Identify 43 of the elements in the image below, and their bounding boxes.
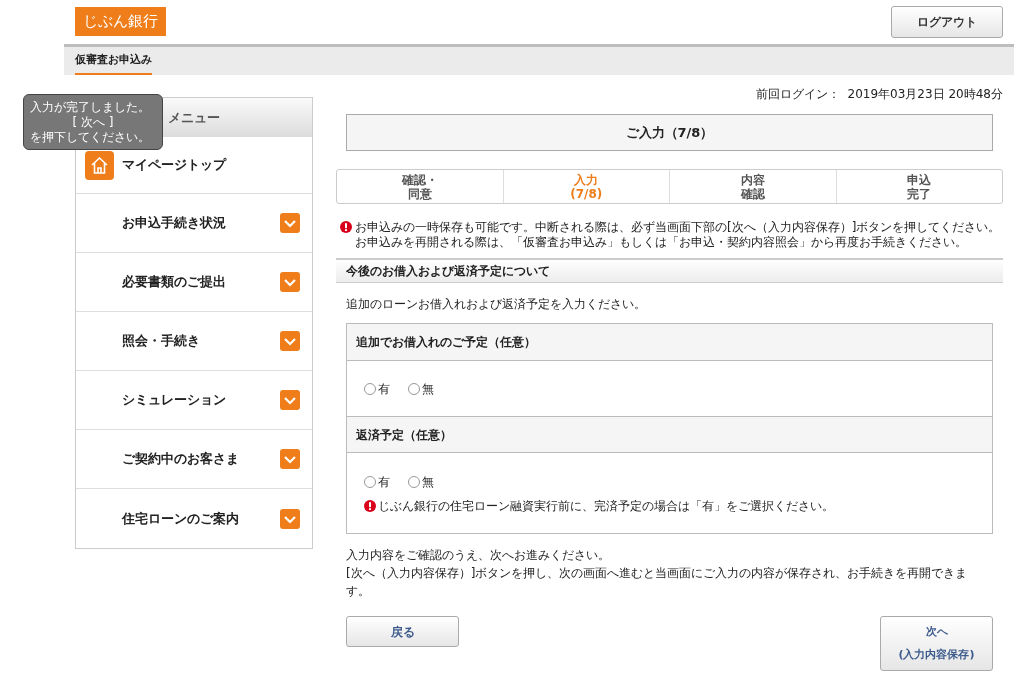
menu-item[interactable]: シミュレーション <box>76 371 312 430</box>
step-label: 申込 <box>907 172 932 187</box>
radio-button[interactable] <box>364 382 376 395</box>
radio-option[interactable]: 無 <box>408 473 434 491</box>
last-login-value: 2019年03月23日 20時48分 <box>847 86 1003 103</box>
radio-option[interactable]: 無 <box>408 379 434 398</box>
bank-logo: じぶん銀行 <box>75 7 166 36</box>
step-label: 入力 <box>574 172 599 187</box>
next-button[interactable]: 次へ (入力内容保存) <box>880 616 993 671</box>
last-login-label: 前回ログイン： <box>755 86 840 103</box>
warning-text: じぶん銀行の住宅ローン融資実行前に、完済予定の場合は「有」をご選択ください。 <box>378 498 834 515</box>
step-label: 完了 <box>907 186 932 201</box>
radio-button[interactable] <box>408 476 420 488</box>
nav-tab[interactable]: 仮審査お申込み <box>75 47 152 75</box>
question-label: 追加でお借入れのご予定（任意） <box>347 324 992 361</box>
step-label: 内容 <box>740 172 765 187</box>
notice-text: お申込みの一時保存も可能です。中断される際は、必ず当画面下部の[次へ（入力内容保存）]ボタンを押してください。 <box>355 220 1001 235</box>
step-label: 同意 <box>407 186 432 201</box>
menu-item[interactable]: 照会・手続き <box>76 312 312 371</box>
radio-button[interactable] <box>408 382 420 395</box>
footer-text: 入力内容をご確認のうえ、次へお進みください。 <box>346 547 611 564</box>
section-header: 今後のお借入および返済予定について <box>336 258 1003 283</box>
step-label: 確認・ <box>401 172 438 187</box>
logout-button[interactable]: ログアウト <box>891 6 1003 38</box>
menu-item[interactable]: ご契約中のお客さま <box>76 430 312 489</box>
radio-option[interactable]: 有 <box>364 473 390 491</box>
question-label: 返済予定（任意） <box>347 416 992 453</box>
notice-text: お申込みを再開される際は、「仮審査お申込み」もしくは「お申込・契約内容照会」から再度お手続きください。 <box>354 235 968 250</box>
back-button[interactable]: 戻る <box>346 616 459 647</box>
step-label: 確認 <box>740 186 765 201</box>
alert-icon <box>364 500 376 512</box>
mypage-top-link[interactable]: マイページトップ <box>122 155 226 175</box>
radio-button[interactable] <box>364 476 376 488</box>
menu-item[interactable]: お申込手続き状況 <box>76 194 312 253</box>
alert-icon <box>340 221 352 233</box>
menu-item[interactable]: 住宅ローンのご案内 <box>76 489 312 548</box>
radio-option[interactable]: 有 <box>364 379 390 398</box>
footer-text: [次へ（入力内容保存）]ボタンを押し、次の画面へ進むと当画面にご入力の内容が保存され、お手続きを再開できます。 <box>346 565 969 600</box>
step-label: (7/8) <box>570 186 603 201</box>
section-description: 追加のローンお借入れおよび返済予定を入力ください。 <box>345 296 647 313</box>
home-icon[interactable] <box>85 150 114 180</box>
menu-item[interactable]: 必要書類のご提出 <box>76 253 312 312</box>
page-title: ご入力（7/8） <box>346 114 993 151</box>
